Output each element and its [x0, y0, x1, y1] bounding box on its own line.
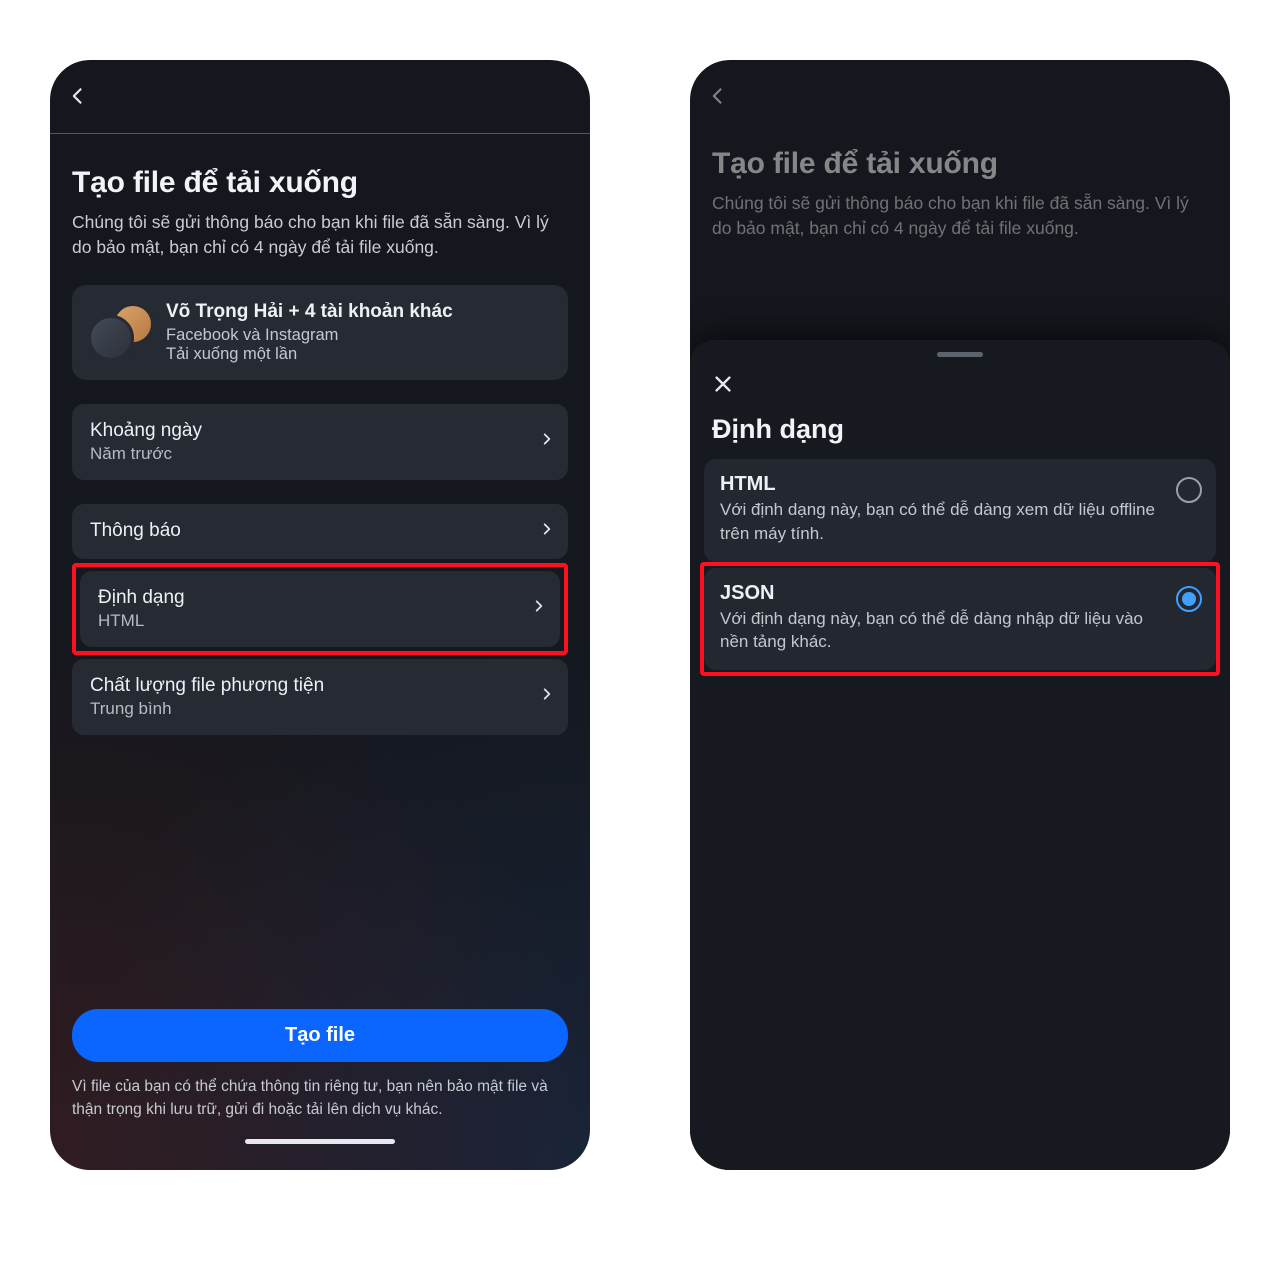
chevron-right-icon [540, 520, 554, 543]
back-icon[interactable] [68, 86, 88, 111]
left-screen: Tạo file để tải xuống Chúng tôi sẽ gửi t… [50, 60, 590, 1170]
footer-note: Vì file của bạn có thể chứa thông tin ri… [72, 1076, 568, 1121]
sheet-grabber[interactable] [937, 352, 983, 357]
avatar [88, 315, 134, 361]
back-icon [708, 86, 728, 111]
sheet-title: Định dạng [690, 408, 1230, 459]
chevron-right-icon [540, 685, 554, 708]
home-indicator [245, 1139, 395, 1144]
account-name: Võ Trọng Hải + 4 tài khoản khác [166, 301, 453, 323]
row-label: Thông báo [90, 520, 181, 542]
option-title: HTML [720, 473, 1164, 496]
row-label: Định dạng [98, 587, 185, 609]
option-desc: Với định dạng này, bạn có thể dễ dàng xe… [720, 498, 1164, 546]
avatar-stack [88, 303, 154, 361]
page-subtitle: Chúng tôi sẽ gửi thông báo cho bạn khi f… [712, 191, 1208, 242]
row-value: HTML [98, 611, 185, 631]
row-date-range[interactable]: Khoảng ngày Năm trước [72, 404, 568, 480]
option-desc: Với định dạng này, bạn có thể dễ dàng nh… [720, 607, 1164, 655]
row-format[interactable]: Định dạng HTML [80, 571, 560, 647]
account-card[interactable]: Võ Trọng Hải + 4 tài khoản khác Facebook… [72, 285, 568, 380]
option-title: JSON [720, 582, 1164, 605]
row-label: Khoảng ngày [90, 420, 202, 442]
create-file-button[interactable]: Tạo file [72, 1009, 568, 1062]
radio-unselected[interactable] [1176, 477, 1202, 503]
right-screen: Tạo file để tải xuống Chúng tôi sẽ gửi t… [690, 60, 1230, 1170]
highlight-format: Định dạng HTML [72, 563, 568, 655]
page-title: Tạo file để tải xuống [72, 166, 568, 200]
account-note: Tải xuống một lần [166, 345, 453, 364]
row-notify[interactable]: Thông báo [72, 504, 568, 559]
format-bottom-sheet: Định dạng HTML Với định dạng này, bạn có… [690, 340, 1230, 1170]
account-platforms: Facebook và Instagram [166, 326, 453, 345]
page-title: Tạo file để tải xuống [712, 147, 1208, 181]
close-icon[interactable] [712, 373, 734, 400]
row-value: Trung bình [90, 699, 324, 719]
row-label: Chất lượng file phương tiện [90, 675, 324, 697]
chevron-right-icon [540, 430, 554, 453]
radio-selected[interactable] [1176, 586, 1202, 612]
row-value: Năm trước [90, 444, 202, 464]
format-option-html[interactable]: HTML Với định dạng này, bạn có thể dễ dà… [704, 459, 1216, 562]
format-option-json[interactable]: JSON Với định dạng này, bạn có thể dễ dà… [704, 568, 1216, 671]
row-media-quality[interactable]: Chất lượng file phương tiện Trung bình [72, 659, 568, 735]
page-subtitle: Chúng tôi sẽ gửi thông báo cho bạn khi f… [72, 210, 568, 261]
chevron-right-icon [532, 597, 546, 620]
